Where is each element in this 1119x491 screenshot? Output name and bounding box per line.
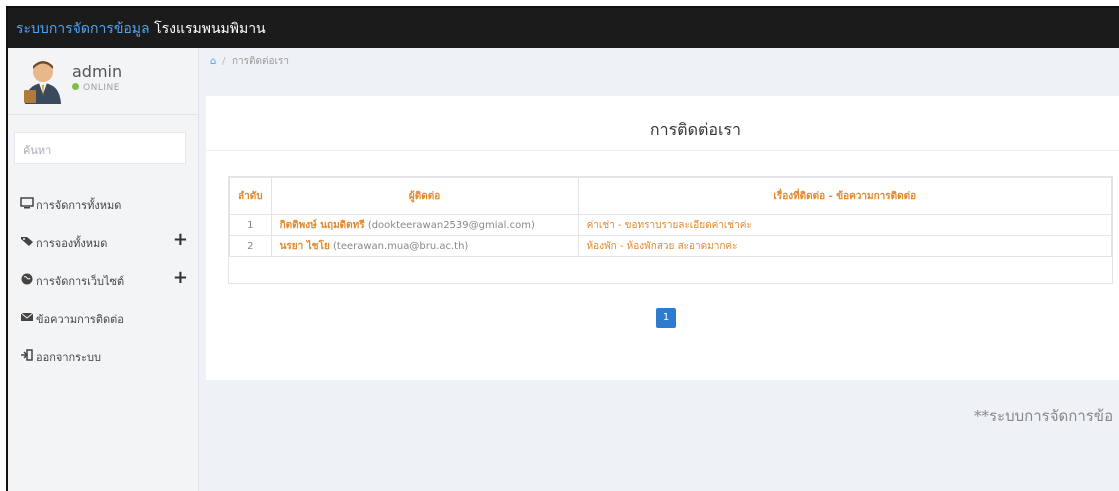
app-title[interactable]: ระบบการจัดการข้อมูล โรงแรมพนมพิมาน: [16, 18, 266, 40]
user-status: ONLINE: [72, 83, 120, 93]
online-dot-icon: [72, 83, 79, 90]
sidebar-item-bookings[interactable]: การจองทั้งหมด +: [8, 222, 198, 260]
footer-text: **ระบบการจัดการข้อ: [974, 407, 1114, 425]
contact-email: (dookteerawan2539@gmial.com): [367, 219, 535, 231]
envelope-icon: [20, 312, 34, 321]
contact-email: (teerawan.mua@bru.ac.th): [333, 240, 469, 252]
top-navbar: ระบบการจัดการข้อมูล โรงแรมพนมพิมาน: [8, 8, 1119, 48]
user-status-text: ONLINE: [83, 83, 120, 93]
sidebar-item-website[interactable]: การจัดการเว็บไซต์ +: [8, 260, 198, 298]
table-row[interactable]: 1 กิตติพงษ์ นฤมดิตทรี (dookteerawan2539@…: [229, 214, 1113, 236]
sidebar-item-logout[interactable]: ออกจากระบบ: [8, 336, 198, 374]
sidebar-item-messages[interactable]: ข้อความการติดต่อ: [8, 298, 198, 336]
title-divider: [206, 150, 1119, 151]
globe-icon: [21, 273, 33, 285]
pagination-page-1[interactable]: 1: [656, 308, 676, 328]
sidebar-item-label: ข้อความการติดต่อ: [36, 313, 124, 326]
breadcrumb-current: การติดต่อเรา: [232, 56, 289, 67]
col-header-no: ลำดับ: [229, 177, 272, 215]
monitor-icon: [20, 197, 34, 209]
contact-name: นรยา ไชโย: [279, 240, 330, 252]
row-contact: นรยา ไชโย (teerawan.mua@bru.ac.th): [270, 235, 579, 257]
user-panel: admin ONLINE: [8, 48, 198, 115]
expand-plus-icon[interactable]: +: [173, 267, 188, 288]
sign-out-icon: [21, 349, 33, 361]
app-title-accent: ระบบการจัดการข้อมูล: [16, 21, 150, 37]
user-name: admin: [72, 62, 123, 81]
table-row[interactable]: 2 นรยา ไชโย (teerawan.mua@bru.ac.th) ห้อ…: [229, 235, 1113, 257]
contact-table: ลำดับ ผู้ติดต่อ เรื่องที่ติดต่อ - ข้อควา…: [229, 177, 1113, 257]
sidebar-item-label: ออกจากระบบ: [36, 351, 101, 364]
page-title: การติดต่อเรา: [649, 120, 741, 139]
contact-table-wrapper: ลำดับ ผู้ติดต่อ เรื่องที่ติดต่อ - ข้อควา…: [228, 176, 1113, 284]
col-header-message: เรื่องที่ติดต่อ - ข้อความการติดต่อ: [577, 177, 1113, 215]
search-input[interactable]: ค้นหา: [14, 132, 186, 164]
sidebar-menu: การจัดการทั้งหมด การจองทั้งหมด + การจัดก…: [8, 184, 198, 374]
sidebar-item-label: การจองทั้งหมด: [36, 237, 108, 250]
app-frame: ระบบการจัดการข้อมูล โรงแรมพนมพิมาน admin…: [6, 6, 1119, 491]
contact-name: กิตติพงษ์ นฤมดิตทรี: [279, 219, 365, 231]
row-message: ห้องพัก - ห้องพักสวย สะอาดมากค่ะ: [577, 235, 1113, 257]
sidebar: admin ONLINE ค้นหา การจัดการทั้งหมด การจ…: [8, 48, 199, 491]
user-avatar-icon: [24, 61, 61, 104]
breadcrumb-separator: /: [222, 56, 226, 67]
sidebar-item-label: การจัดการเว็บไซต์: [36, 275, 125, 288]
expand-plus-icon[interactable]: +: [173, 229, 188, 250]
sidebar-item-manage-all[interactable]: การจัดการทั้งหมด: [8, 184, 198, 222]
contact-panel: การติดต่อเรา ลำดับ ผู้ติดต่อ เรื่องที่ติ…: [206, 96, 1119, 380]
row-message: ค่าเช่า - ขอทราบรายละเอียดค่าเช่าค่ะ: [577, 214, 1113, 236]
col-header-contact: ผู้ติดต่อ: [270, 177, 579, 215]
row-number: 2: [229, 235, 272, 257]
row-number: 1: [229, 214, 272, 236]
app-title-hotel: โรงแรมพนมพิมาน: [154, 21, 266, 37]
tag-icon: [21, 237, 33, 246]
table-header-row: ลำดับ ผู้ติดต่อ เรื่องที่ติดต่อ - ข้อควา…: [229, 177, 1113, 215]
row-contact: กิตติพงษ์ นฤมดิตทรี (dookteerawan2539@gm…: [270, 214, 579, 236]
breadcrumb: ⌂ / การติดต่อเรา: [198, 48, 1119, 76]
sidebar-item-label: การจัดการทั้งหมด: [36, 199, 122, 212]
home-icon[interactable]: ⌂: [210, 48, 216, 76]
